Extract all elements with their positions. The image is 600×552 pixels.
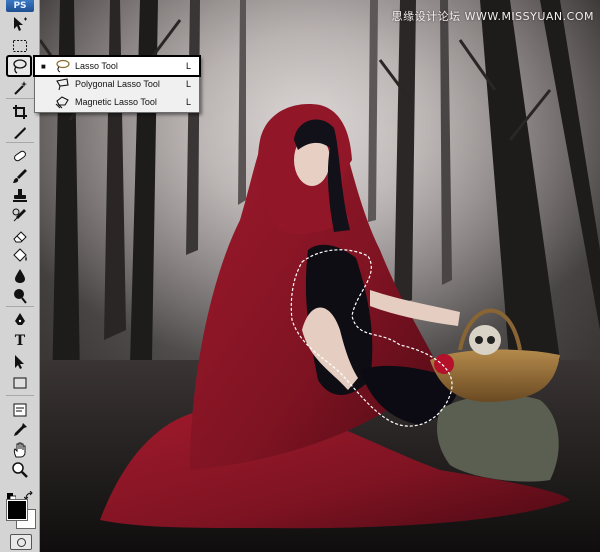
type-tool-icon[interactable]: T [9,331,31,351]
blur-tool-icon[interactable] [9,266,31,286]
quick-mask-button[interactable] [10,534,32,550]
marquee-tool-icon[interactable] [9,36,31,56]
history-brush-icon[interactable] [9,206,31,226]
zoom-tool-icon[interactable] [9,460,31,480]
foreground-color-swatch[interactable] [6,499,28,521]
menu-item-shortcut: L [185,61,191,71]
menu-item-label: Magnetic Lasso Tool [75,97,157,107]
notes-tool-icon[interactable] [9,400,31,420]
ps-logo: PS [6,0,34,12]
slice-tool-icon[interactable] [9,122,31,142]
dodge-tool-icon[interactable] [9,286,31,306]
selected-bullet-icon: ■ [41,61,46,71]
menu-item-label: Lasso Tool [75,61,118,71]
watermark-text: 思缘设计论坛 WWW.MISSYUAN.COM [391,10,594,23]
lasso-tool-flyout-menu: ■ Lasso Tool L Polygonal Lasso Tool L Ma… [33,55,201,113]
lasso-tool-icon[interactable] [6,55,32,77]
brush-tool-icon[interactable] [9,166,31,186]
magnetic-lasso-icon [53,95,71,109]
swap-colors-icon[interactable] [23,486,34,500]
path-selection-icon[interactable] [9,352,31,372]
paint-bucket-icon[interactable] [9,246,31,266]
menu-item-lasso-tool[interactable]: ■ Lasso Tool L [33,55,201,77]
menu-item-polygonal-lasso-tool[interactable]: Polygonal Lasso Tool L [35,75,199,93]
lasso-icon [53,59,71,73]
menu-item-magnetic-lasso-tool[interactable]: Magnetic Lasso Tool L [35,93,199,111]
crop-tool-icon[interactable] [9,102,31,122]
menu-item-shortcut: L [185,97,191,107]
eyedropper-icon[interactable] [9,420,31,440]
default-colors-icon[interactable] [7,487,17,503]
menu-item-label: Polygonal Lasso Tool [75,79,160,89]
eraser-icon[interactable] [9,226,31,246]
menu-item-shortcut: L [185,79,191,89]
magic-wand-icon[interactable] [9,78,31,98]
polygonal-lasso-icon [53,77,71,91]
move-tool-icon[interactable] [9,14,31,34]
pen-tool-icon[interactable] [9,310,31,330]
hand-tool-icon[interactable] [9,440,31,460]
healing-brush-icon[interactable] [9,146,31,166]
clone-stamp-icon[interactable] [9,186,31,206]
rectangle-tool-icon[interactable] [9,373,31,393]
